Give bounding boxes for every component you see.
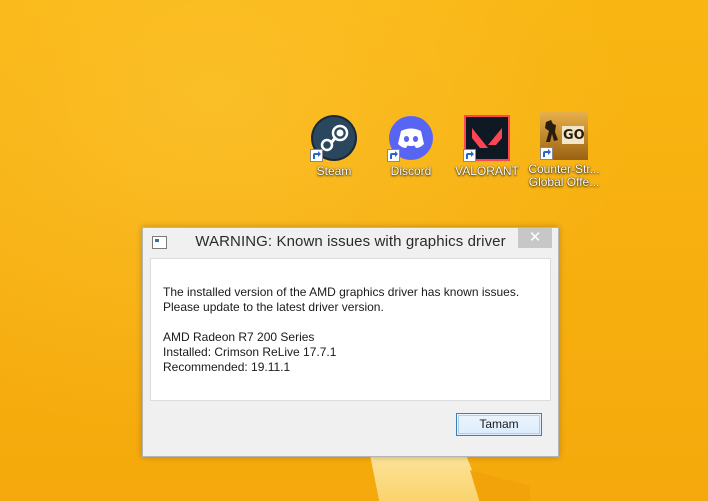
close-button[interactable]: ✕	[518, 228, 552, 248]
shortcut-arrow-icon	[310, 149, 323, 162]
gpu-name: AMD Radeon R7 200 Series	[163, 330, 315, 344]
shortcut-arrow-icon	[463, 149, 476, 162]
dialog-title: WARNING: Known issues with graphics driv…	[195, 233, 506, 250]
wallpaper-accent	[370, 455, 490, 501]
dialog-message-panel: The installed version of the AMD graphic…	[150, 258, 551, 401]
desktop-icon-discord[interactable]: Discord	[374, 114, 448, 178]
shortcut-arrow-icon	[540, 147, 553, 160]
dialog-titlebar[interactable]: WARNING: Known issues with graphics driv…	[143, 228, 558, 258]
desktop-icon-label: Steam	[316, 164, 352, 178]
ok-button[interactable]: Tamam	[456, 413, 542, 436]
discord-icon	[387, 114, 435, 162]
desktop-icon-csgo[interactable]: GO Counter-Str... Global Offe...	[527, 112, 601, 189]
desktop-icon-steam[interactable]: Steam	[297, 114, 371, 178]
desktop-icon-label: Counter-Str... Global Offe...	[528, 162, 600, 189]
dialog-message: The installed version of the AMD graphic…	[163, 285, 543, 315]
steam-icon	[310, 114, 358, 162]
csgo-logo-text: GO	[563, 128, 585, 143]
installed-version: Installed: Crimson ReLive 17.7.1	[163, 345, 337, 359]
recommended-version: Recommended: 19.11.1	[163, 360, 291, 374]
message-line: The installed version of the AMD graphic…	[163, 285, 520, 299]
desktop-icon-label: Discord	[390, 164, 432, 178]
wallpaper-accent-shadow	[470, 470, 530, 501]
warning-dialog: WARNING: Known issues with graphics driv…	[142, 227, 559, 457]
desktop-icon-valorant[interactable]: VALORANT	[450, 114, 524, 178]
driver-info: AMD Radeon R7 200 Series Installed: Crim…	[163, 330, 543, 375]
shortcut-arrow-icon	[387, 149, 400, 162]
csgo-icon: GO	[540, 112, 588, 160]
valorant-icon	[463, 114, 511, 162]
message-line: Please update to the latest driver versi…	[163, 300, 384, 314]
desktop-icon-label: VALORANT	[455, 164, 519, 178]
